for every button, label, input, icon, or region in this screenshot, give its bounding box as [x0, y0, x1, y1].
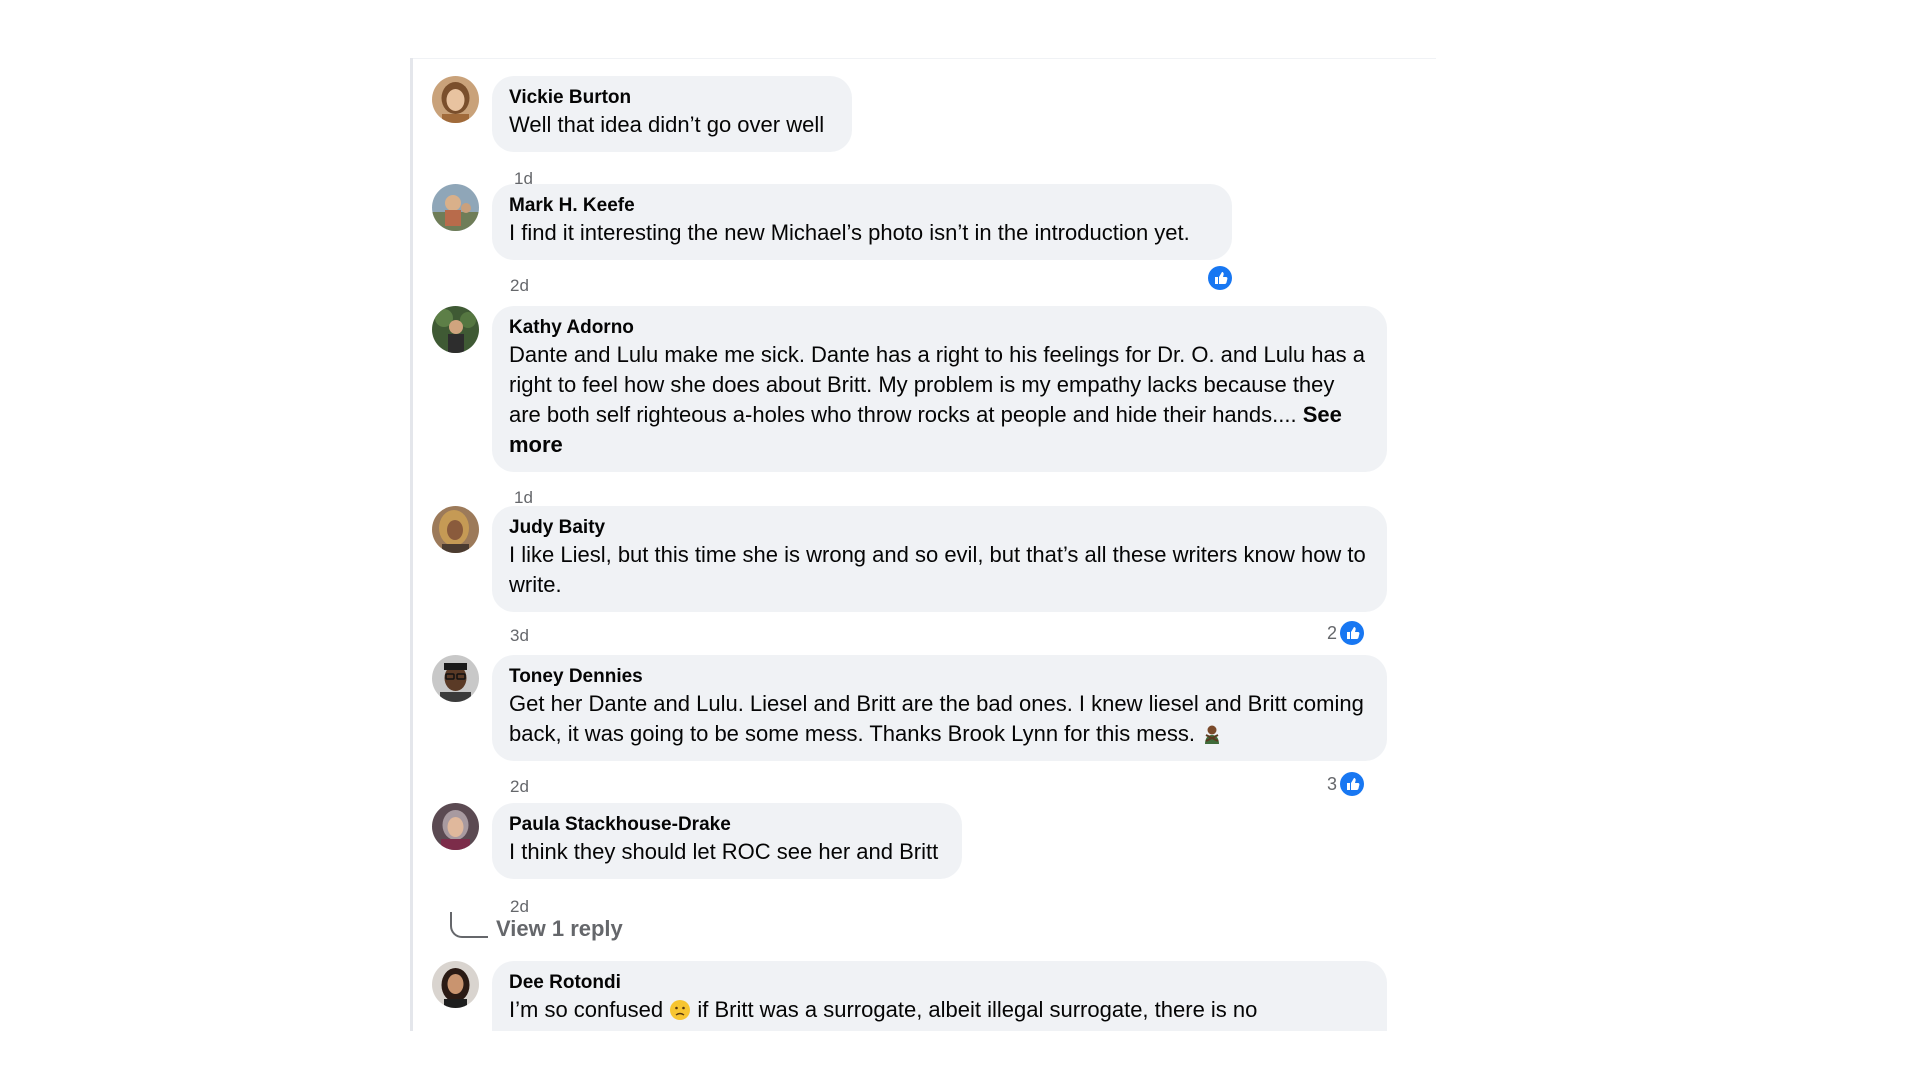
panel-left-border — [410, 58, 413, 1031]
comment-text: I find it interesting the new Michael’s … — [509, 220, 1190, 245]
comment-body-continued: if Britt was a surrogate, albeit illegal… — [697, 997, 1258, 1022]
confused-face-emoji — [669, 999, 691, 1021]
comment-bubble: Dee Rotondi I’m so confused if Britt was… — [492, 961, 1387, 1031]
avatar[interactable] — [432, 803, 479, 850]
reaction-count: 2 — [1327, 622, 1338, 643]
reaction-summary[interactable]: 3 — [1327, 771, 1365, 797]
comment-author[interactable]: Dee Rotondi — [509, 971, 1370, 995]
comment-author[interactable]: Kathy Adorno — [509, 316, 1370, 340]
comment-text: I’m so confused if Britt was a surrogate… — [509, 995, 1370, 1025]
comment-body: I’m so confused — [509, 997, 664, 1022]
view-replies[interactable]: View 1 reply — [450, 910, 623, 944]
comment-bubble: Toney Dennies Get her Dante and Lulu. Li… — [492, 655, 1387, 761]
like-icon — [1339, 771, 1365, 797]
panel-top-divider — [413, 58, 1436, 59]
comment-author[interactable]: Vickie Burton — [509, 86, 835, 110]
comment-body: Dante and Lulu make me sick. Dante has a… — [509, 342, 1366, 427]
comment-author[interactable]: Mark H. Keefe — [509, 194, 1215, 218]
comment-timestamp[interactable]: 2d — [510, 276, 529, 296]
comment-author[interactable]: Judy Baity — [509, 516, 1370, 540]
comment-timestamp[interactable]: 2d — [510, 777, 529, 797]
avatar[interactable] — [432, 184, 479, 231]
like-icon — [1207, 265, 1233, 291]
comment-bubble: Vickie Burton Well that idea didn’t go o… — [492, 76, 852, 152]
avatar[interactable] — [432, 655, 479, 702]
avatar[interactable] — [432, 961, 479, 1008]
comment-author[interactable]: Toney Dennies — [509, 665, 1370, 689]
comment-text: I like Liesl, but this time she is wrong… — [509, 542, 1366, 597]
like-icon — [1339, 620, 1365, 646]
comment-bubble: Paula Stackhouse-Drake I think they shou… — [492, 803, 962, 879]
person-gesturing-no-emoji — [1201, 723, 1223, 745]
comments-panel: Vickie Burton Well that idea didn’t go o… — [410, 58, 1436, 1031]
view-replies-link[interactable]: View 1 reply — [496, 914, 623, 944]
reply-connector-line — [450, 912, 488, 938]
avatar[interactable] — [432, 506, 479, 553]
comment-bubble: Judy Baity I like Liesl, but this time s… — [492, 506, 1387, 612]
comment-body: Get her Dante and Lulu. Liesel and Britt… — [509, 691, 1364, 746]
avatar[interactable] — [432, 76, 479, 123]
reaction-summary[interactable]: 2 — [1327, 620, 1365, 646]
reaction-summary[interactable] — [1207, 265, 1233, 291]
comment-text: Dante and Lulu make me sick. Dante has a… — [509, 340, 1370, 460]
avatar[interactable] — [432, 306, 479, 353]
comment-bubble: Kathy Adorno Dante and Lulu make me sick… — [492, 306, 1387, 472]
comment-timestamp[interactable]: 1d — [514, 488, 533, 508]
comment-text: I think they should let ROC see her and … — [509, 839, 939, 864]
comment-text: Get her Dante and Lulu. Liesel and Britt… — [509, 689, 1370, 749]
reaction-count: 3 — [1327, 773, 1338, 794]
comment-timestamp[interactable]: 3d — [510, 626, 529, 646]
comment-text: Well that idea didn’t go over well — [509, 112, 825, 137]
comment-bubble: Mark H. Keefe I find it interesting the … — [492, 184, 1232, 260]
comment-author[interactable]: Paula Stackhouse-Drake — [509, 813, 945, 837]
